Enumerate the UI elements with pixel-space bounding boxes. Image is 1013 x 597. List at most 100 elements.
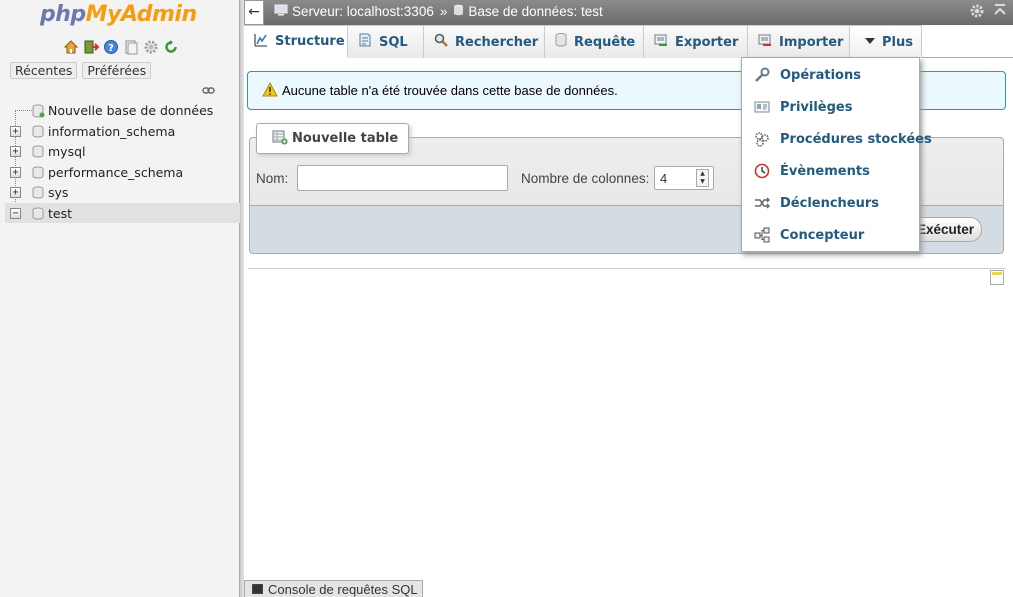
collapse-up-icon[interactable] — [993, 3, 1007, 23]
notes-icon[interactable] — [990, 270, 1004, 285]
tree-item-new-database[interactable]: Nouvelle base de données — [5, 100, 240, 121]
favorites-tab[interactable]: Préférées — [82, 62, 152, 79]
tab-more[interactable]: Plus — [850, 25, 922, 58]
recent-tab[interactable]: Récentes — [10, 62, 78, 79]
database-menu: Structure SQL Rechercher Requête Exporte… — [244, 25, 1013, 58]
tab-label: Importer — [779, 34, 844, 50]
phpmyadmin-logo[interactable]: phpMyAdmin — [40, 2, 197, 27]
panel-resizer[interactable] — [240, 0, 244, 597]
menu-item-operations[interactable]: Opérations — [742, 60, 919, 90]
new-table-legend: Nouvelle table — [256, 123, 410, 154]
database-icon — [453, 4, 464, 19]
sql-icon — [357, 32, 373, 52]
new-table-icon — [272, 129, 288, 149]
tree-item-label[interactable]: Nouvelle base de données — [48, 103, 213, 118]
nav-tabs: Récentes Préférées — [10, 62, 152, 79]
columns-count-stepper[interactable]: 4 ▲ ▼ — [654, 166, 714, 190]
legend-label: Nouvelle table — [292, 131, 399, 146]
structure-icon — [253, 32, 269, 52]
stepper-up-icon[interactable]: ▲ — [697, 170, 708, 178]
new-database-icon — [32, 104, 45, 121]
gear-icon[interactable] — [969, 3, 985, 23]
menu-item-privileges[interactable]: Privilèges — [742, 92, 919, 122]
svg-text:?: ? — [108, 43, 114, 54]
designer-icon — [754, 227, 770, 243]
menu-item-label: Déclencheurs — [780, 195, 880, 211]
query-icon — [554, 32, 568, 52]
menu-item-label: Évènements — [780, 163, 870, 179]
tree-item-label[interactable]: sys — [48, 185, 68, 200]
nav-icon-row: ? — [63, 39, 179, 55]
stepper-buttons: ▲ ▼ — [696, 169, 709, 187]
columns-count-label: Nombre de colonnes: — [521, 171, 650, 186]
menu-item-label: Privilèges — [780, 99, 853, 115]
exit-icon[interactable] — [83, 39, 99, 55]
table-name-input[interactable] — [297, 165, 508, 191]
export-icon — [653, 32, 669, 52]
tree-item-label[interactable]: performance_schema — [48, 165, 183, 180]
database-icon — [32, 207, 44, 223]
console-label: Console de requêtes SQL — [268, 581, 418, 597]
breadcrumb-database[interactable]: Base de données: test — [468, 4, 602, 19]
tree-item-label[interactable]: mysql — [48, 144, 86, 159]
settings-icon[interactable] — [143, 39, 159, 55]
divider — [248, 268, 1006, 269]
expand-icon[interactable]: + — [10, 146, 21, 157]
tab-structure[interactable]: Structure — [244, 25, 348, 58]
breadcrumb-separator: » — [439, 4, 448, 19]
breadcrumb: Serveur: localhost:3306 » Base de donnée… — [274, 4, 603, 19]
menu-item-routines[interactable]: Procédures stockées — [742, 124, 932, 154]
notice-text: Aucune table n'a été trouvée dans cette … — [282, 83, 618, 98]
expand-icon[interactable]: + — [10, 166, 21, 178]
tab-label: SQL — [379, 34, 408, 50]
tab-search[interactable]: Rechercher — [424, 25, 545, 58]
tab-label: Plus — [882, 34, 913, 50]
menu-item-events[interactable]: Évènements — [742, 156, 919, 186]
help-icon[interactable]: ? — [103, 39, 119, 55]
columns-count-value[interactable]: 4 — [660, 171, 667, 186]
menu-item-triggers[interactable]: Déclencheurs — [742, 188, 919, 218]
server-icon — [274, 4, 288, 19]
breadcrumb-bar: ← Serveur: localhost:3306 » Base de donn… — [244, 0, 1013, 25]
link-icon[interactable] — [202, 84, 215, 98]
tree-item-mysql[interactable]: + mysql — [5, 141, 240, 162]
triggers-icon — [754, 195, 770, 211]
expand-icon[interactable]: + — [10, 125, 21, 137]
sql-console-toggle[interactable]: Console de requêtes SQL — [244, 580, 423, 597]
routines-icon — [754, 131, 770, 147]
tree-item-label[interactable]: test — [48, 206, 72, 221]
tree-item-sys[interactable]: + sys — [5, 182, 240, 203]
wrench-icon — [754, 67, 770, 83]
search-icon — [433, 32, 449, 52]
docs-icon[interactable] — [123, 39, 139, 55]
tab-label: Exporter — [675, 34, 739, 50]
collapse-icon[interactable]: − — [10, 207, 21, 219]
import-icon — [757, 32, 773, 52]
tree-item-label[interactable]: information_schema — [48, 124, 175, 139]
collapse-nav-button[interactable]: ← — [244, 0, 264, 25]
database-tree: Nouvelle base de données + information_s… — [5, 100, 240, 223]
tab-import[interactable]: Importer — [748, 25, 850, 58]
tab-label: Structure — [275, 34, 345, 49]
table-name-label: Nom: — [256, 171, 289, 186]
console-icon — [252, 584, 263, 594]
expand-icon[interactable]: + — [10, 187, 21, 198]
tree-item-performance-schema[interactable]: + performance_schema — [5, 162, 240, 183]
tab-export[interactable]: Exporter — [644, 25, 748, 58]
navigation-panel: phpMyAdmin ? Récentes Préférées Nouvelle… — [0, 0, 240, 597]
tree-item-test[interactable]: − test — [5, 202, 240, 223]
database-icon — [32, 166, 44, 182]
warning-icon — [262, 81, 278, 100]
breadcrumb-server[interactable]: Serveur: localhost:3306 — [292, 4, 434, 19]
home-icon[interactable] — [63, 39, 79, 55]
tab-sql[interactable]: SQL — [348, 25, 424, 58]
menu-item-designer[interactable]: Concepteur — [742, 220, 919, 250]
database-icon — [32, 125, 44, 141]
reload-icon[interactable] — [163, 39, 179, 55]
triangle-down-icon — [864, 35, 876, 50]
clock-icon — [754, 163, 770, 179]
tree-item-information-schema[interactable]: + information_schema — [5, 121, 240, 142]
stepper-down-icon[interactable]: ▼ — [697, 178, 708, 186]
privileges-icon — [754, 99, 770, 115]
tab-query[interactable]: Requête — [545, 25, 644, 58]
